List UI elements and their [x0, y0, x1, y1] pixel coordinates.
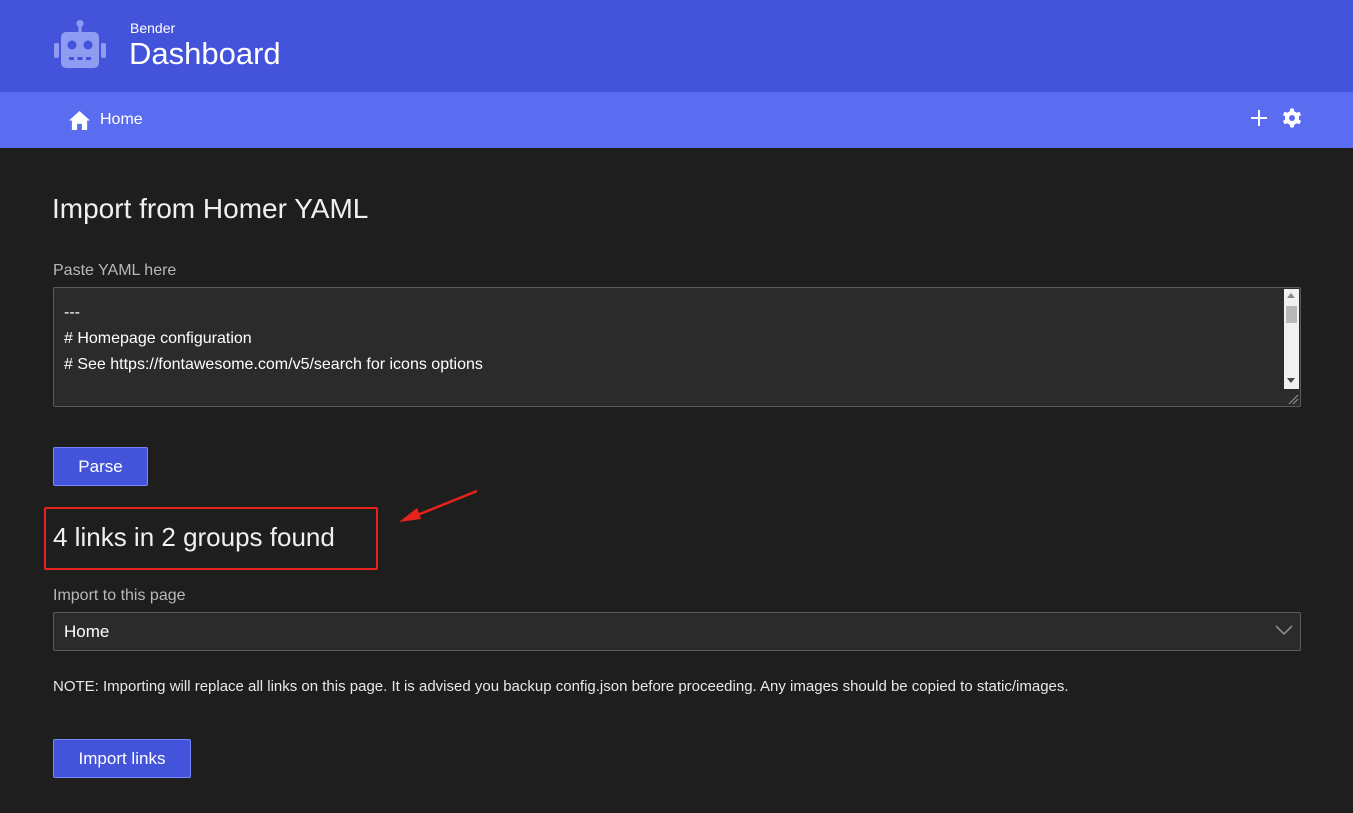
import-page-select-value: Home: [64, 622, 110, 641]
scroll-down-arrow-icon[interactable]: [1287, 378, 1295, 383]
brand-subtitle: Bender: [130, 20, 176, 36]
import-page-label: Import to this page: [53, 587, 186, 604]
app-title: Dashboard: [129, 36, 281, 71]
yaml-input-label: Paste YAML here: [53, 262, 177, 279]
import-links-button[interactable]: Import links: [53, 739, 191, 778]
nav-home-link[interactable]: Home: [68, 108, 143, 132]
annotation-arrow-icon: [399, 489, 478, 522]
yaml-line: # Homepage configuration: [64, 330, 252, 347]
yaml-line: ---: [64, 304, 80, 321]
page-title: Import from Homer YAML: [52, 193, 369, 224]
navbar: Home: [0, 92, 1353, 148]
chevron-down-icon: [1275, 625, 1293, 636]
plus-icon[interactable]: [1250, 109, 1268, 127]
robot-icon: [54, 20, 106, 68]
import-note: NOTE: Importing will replace all links o…: [53, 678, 1069, 695]
scroll-thumb[interactable]: [1286, 306, 1297, 323]
resize-grip-icon[interactable]: [1285, 391, 1299, 405]
textarea-scrollbar[interactable]: [1284, 289, 1299, 389]
annotation-highlight-box: [44, 507, 378, 570]
scroll-up-arrow-icon[interactable]: [1287, 293, 1295, 298]
parse-button[interactable]: Parse: [53, 447, 148, 486]
nav-home-label: Home: [100, 111, 143, 128]
app-header: Bender Dashboard: [0, 0, 1353, 92]
gear-icon[interactable]: [1282, 108, 1302, 128]
home-icon: [69, 110, 90, 130]
import-page-select[interactable]: Home: [53, 612, 1301, 651]
yaml-line: # See https://fontawesome.com/v5/search …: [64, 356, 483, 373]
yaml-textarea[interactable]: --- # Homepage configuration # See https…: [53, 287, 1301, 407]
